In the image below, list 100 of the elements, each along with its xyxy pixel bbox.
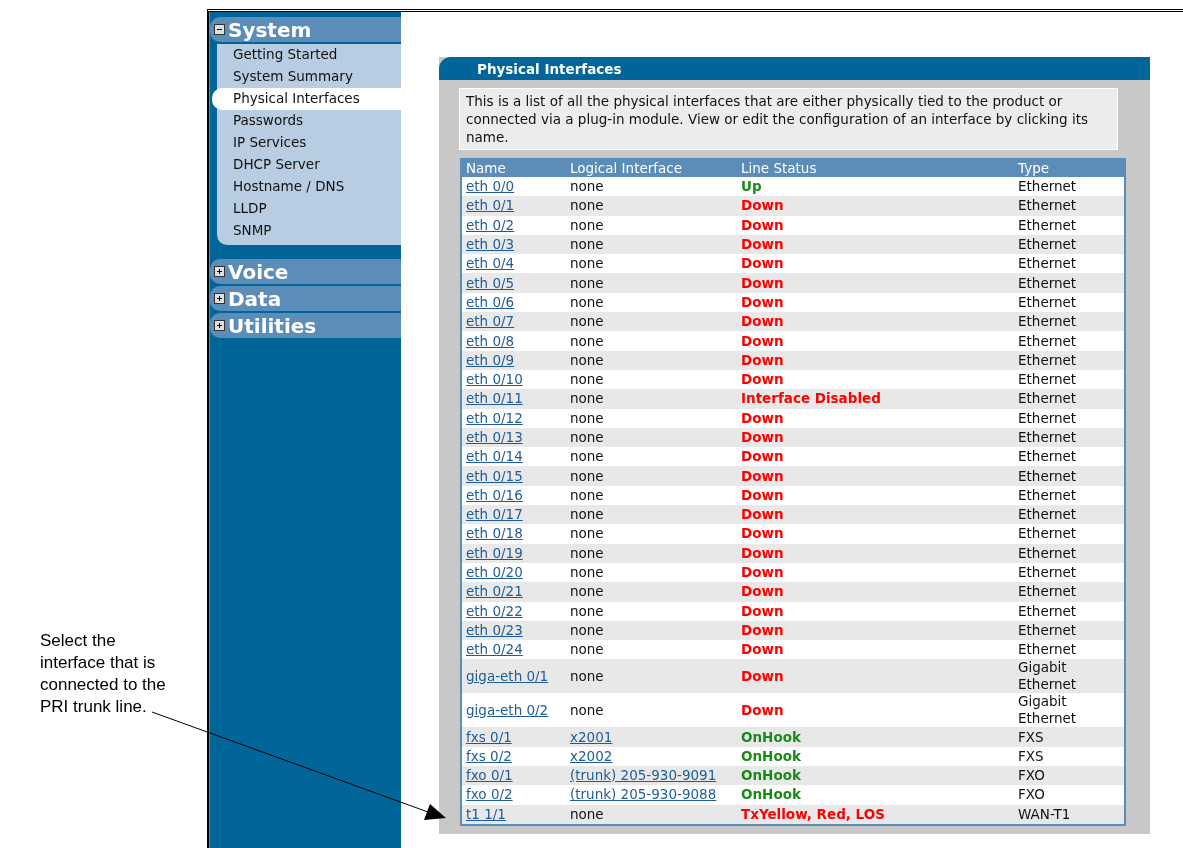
- interface-link[interactable]: eth 0/11: [466, 390, 523, 407]
- type-cell: WAN-T1: [1014, 804, 1125, 825]
- line-status: Down: [741, 236, 784, 253]
- type-cell: Ethernet: [1014, 389, 1125, 409]
- line-status: Interface Disabled: [741, 390, 881, 407]
- type-cell: Ethernet: [1014, 369, 1125, 390]
- line-status: Down: [741, 313, 784, 330]
- sidebar-item[interactable]: IP Services: [217, 132, 401, 154]
- line-status: Down: [741, 371, 784, 388]
- interface-link[interactable]: eth 0/15: [466, 467, 523, 484]
- logical-interface: none: [570, 429, 604, 445]
- line-status: Down: [741, 429, 784, 445]
- line-status: Down: [741, 255, 784, 272]
- sidebar-item[interactable]: Passwords: [217, 110, 401, 132]
- interface-link[interactable]: eth 0/10: [466, 371, 523, 388]
- section-header[interactable]: System: [210, 17, 401, 42]
- column-header: Line Status: [737, 159, 1014, 177]
- type-cell: Ethernet: [1014, 447, 1125, 467]
- line-status: Down: [741, 506, 784, 523]
- interface-link[interactable]: eth 0/17: [466, 506, 523, 523]
- logical-interface: none: [570, 371, 604, 388]
- interface-link[interactable]: fxo 0/1: [466, 767, 513, 784]
- sidebar-item[interactable]: Getting Started: [217, 44, 401, 66]
- sidebar-item[interactable]: SNMP: [217, 220, 401, 242]
- interface-link[interactable]: eth 0/12: [466, 409, 523, 426]
- interface-link[interactable]: eth 0/20: [466, 564, 523, 581]
- interface-link[interactable]: eth 0/0: [466, 178, 515, 195]
- interface-link[interactable]: eth 0/24: [466, 641, 523, 658]
- section-header[interactable]: Data: [210, 286, 401, 311]
- type-cell: Ethernet: [1014, 331, 1125, 351]
- logical-interface: none: [570, 544, 604, 561]
- logical-interface: none: [570, 255, 604, 272]
- interface-link[interactable]: eth 0/16: [466, 486, 523, 503]
- interface-link[interactable]: eth 0/23: [466, 621, 523, 638]
- line-status: Down: [741, 197, 784, 214]
- logical-interface: none: [570, 390, 604, 407]
- line-status: OnHook: [741, 767, 801, 784]
- sidebar-item[interactable]: System Summary: [217, 66, 401, 88]
- interface-link[interactable]: eth 0/4: [466, 255, 515, 272]
- type-cell: Ethernet: [1014, 524, 1125, 544]
- sidebar-item[interactable]: Physical Interfaces: [212, 88, 401, 110]
- interface-link[interactable]: fxs 0/1: [466, 728, 512, 745]
- interface-link[interactable]: eth 0/21: [466, 583, 523, 600]
- interface-link[interactable]: eth 0/2: [466, 216, 515, 233]
- type-cell: Ethernet: [1014, 273, 1125, 293]
- interface-link[interactable]: eth 0/9: [466, 351, 515, 368]
- type-cell: Ethernet: [1014, 408, 1125, 428]
- sidebar-item[interactable]: Hostname / DNS: [217, 176, 401, 198]
- line-status: OnHook: [741, 747, 801, 764]
- interface-link[interactable]: eth 0/13: [466, 429, 523, 445]
- logical-interface: none: [570, 564, 604, 581]
- logical-interface: none: [570, 486, 604, 503]
- line-status: OnHook: [741, 786, 801, 803]
- interface-link[interactable]: eth 0/18: [466, 525, 523, 542]
- logical-interface: none: [570, 621, 604, 638]
- type-cell: Ethernet: [1014, 562, 1125, 583]
- expand-icon[interactable]: [214, 320, 225, 331]
- type-cell: Ethernet: [1014, 177, 1125, 197]
- expand-icon[interactable]: [214, 266, 225, 277]
- section-header[interactable]: Voice: [210, 259, 401, 284]
- interface-link[interactable]: eth 0/6: [466, 293, 515, 310]
- interface-link[interactable]: eth 0/3: [466, 236, 515, 253]
- interface-link[interactable]: eth 0/8: [466, 332, 515, 349]
- sidebar-item[interactable]: LLDP: [217, 198, 401, 220]
- interface-link[interactable]: eth 0/19: [466, 544, 523, 561]
- interface-link[interactable]: eth 0/14: [466, 448, 523, 465]
- interface-link[interactable]: eth 0/1: [466, 197, 515, 214]
- type-cell: Ethernet: [1014, 254, 1125, 274]
- column-header: Name: [461, 159, 566, 177]
- type-cell: FXS: [1014, 727, 1125, 747]
- logical-interface-link[interactable]: (trunk) 205-930-9088: [570, 786, 717, 803]
- expand-icon[interactable]: [214, 293, 225, 304]
- logical-interface: none: [570, 448, 604, 465]
- logical-interface-link[interactable]: (trunk) 205-930-9091: [570, 767, 717, 784]
- interface-link[interactable]: eth 0/5: [466, 274, 515, 291]
- logical-interface: none: [570, 236, 604, 253]
- line-status: Down: [741, 525, 784, 542]
- section-header[interactable]: Utilities: [210, 313, 401, 338]
- type-cell: FXO: [1014, 785, 1125, 805]
- line-status: OnHook: [741, 728, 801, 745]
- interface-link[interactable]: giga-eth 0/1: [466, 667, 549, 684]
- logical-interface: none: [570, 525, 604, 542]
- sidebar-item[interactable]: DHCP Server: [217, 154, 401, 176]
- interface-link[interactable]: fxs 0/2: [466, 747, 512, 764]
- interface-link[interactable]: eth 0/7: [466, 313, 515, 330]
- type-cell: Gigabit Ethernet: [1014, 693, 1125, 728]
- interface-link[interactable]: fxo 0/2: [466, 786, 513, 803]
- logical-interface-link[interactable]: x2001: [570, 728, 613, 745]
- interface-link[interactable]: giga-eth 0/2: [466, 701, 549, 718]
- logical-interface: none: [570, 178, 604, 195]
- type-cell: Ethernet: [1014, 543, 1125, 563]
- interface-link[interactable]: t1 1/1: [466, 805, 506, 822]
- annotation-text: Select the interface that is connected to the PRI trunk line.: [40, 631, 166, 716]
- logical-interface: none: [570, 583, 604, 600]
- line-status: Down: [741, 621, 784, 638]
- interface-link[interactable]: eth 0/22: [466, 602, 523, 619]
- line-status: TxYellow, Red, LOS: [741, 805, 885, 822]
- collapse-icon[interactable]: [214, 24, 225, 35]
- logical-interface: none: [570, 313, 604, 330]
- logical-interface-link[interactable]: x2002: [570, 747, 613, 764]
